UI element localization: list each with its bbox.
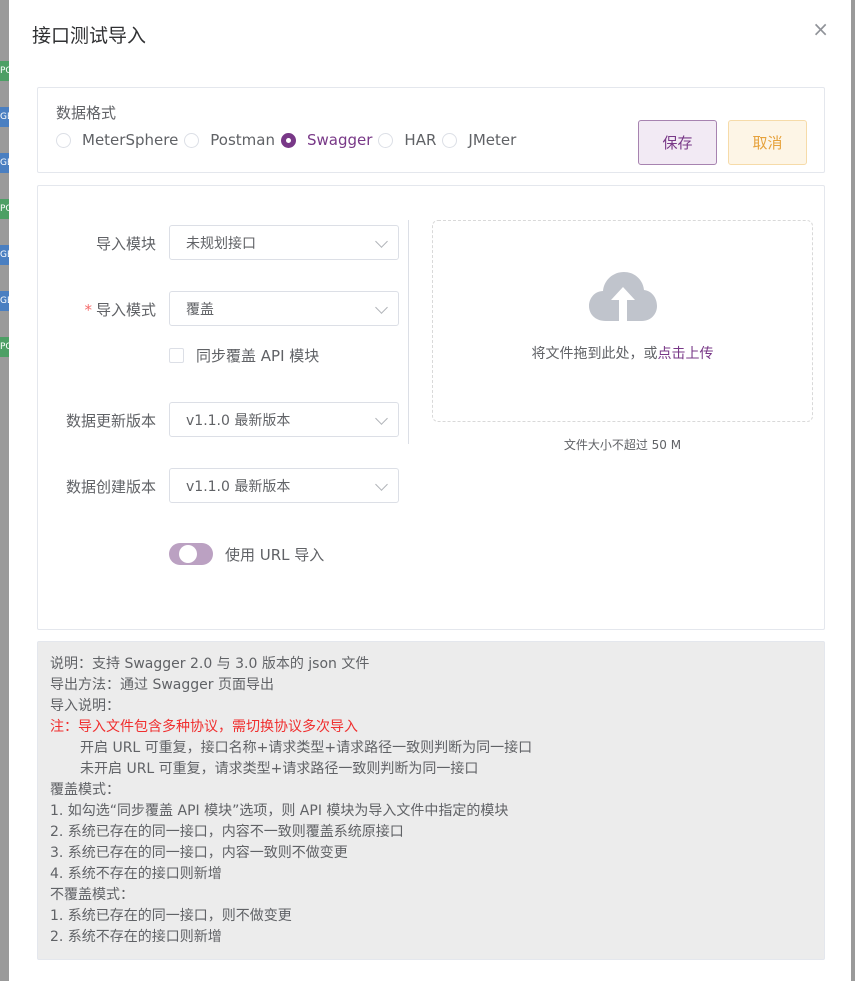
mode-select-value: 覆盖: [186, 301, 214, 318]
import-notes: 说明：支持 Swagger 2.0 与 3.0 版本的 json 文件 导出方法：…: [37, 641, 825, 960]
radio-label: HAR: [404, 131, 437, 149]
radio-label: Postman: [210, 131, 275, 149]
switch-knob: [179, 545, 197, 563]
note-line: 4. 系统不存在的接口则新增: [50, 866, 222, 882]
radio-swagger[interactable]: Swagger: [281, 131, 372, 149]
radio-har[interactable]: HAR: [378, 131, 436, 149]
sync-module-label: 同步覆盖 API 模块: [196, 347, 320, 365]
note-line: 未开启 URL 可重复，请求类型+请求路径一致则判断为同一接口: [80, 761, 479, 777]
radio-jmeter[interactable]: JMeter: [442, 131, 516, 149]
radio-label: JMeter: [468, 131, 517, 149]
update-version-value: v1.1.0 最新版本: [186, 412, 291, 429]
chevron-down-icon: [375, 235, 388, 248]
update-version-select[interactable]: v1.1.0 最新版本: [169, 402, 399, 437]
note-line: 3. 系统已存在的同一接口，内容一致则不做变更: [50, 845, 348, 861]
chevron-down-icon: [375, 301, 388, 314]
format-radio-group: MeterSphere Postman Swagger HAR JMeter: [56, 131, 516, 149]
import-dialog: 接口测试导入 × 数据格式 MeterSphere Postman Swagge…: [9, 0, 851, 981]
update-version-label: 数据更新版本: [65, 412, 156, 430]
upload-text-prefix: 将文件拖到此处，或: [531, 346, 658, 362]
note-line: 不覆盖模式：: [50, 887, 134, 903]
upload-instructions: 将文件拖到此处，或点击上传: [433, 343, 812, 363]
checkbox-icon[interactable]: [169, 348, 184, 363]
radio-checked-icon[interactable]: [281, 132, 296, 148]
note-line: 导入说明：: [50, 698, 120, 714]
chevron-down-icon: [375, 478, 388, 491]
format-label: 数据格式: [56, 104, 117, 122]
backdrop-right-panel: [851, 0, 855, 981]
radio-label: MeterSphere: [82, 131, 179, 149]
cancel-button[interactable]: 取消: [728, 120, 807, 165]
note-line: 说明：支持 Swagger 2.0 与 3.0 版本的 json 文件: [50, 656, 370, 672]
note-line: 开启 URL 可重复，接口名称+请求类型+请求路径一致则判断为同一接口: [80, 740, 533, 756]
radio-label: Swagger: [307, 131, 373, 149]
radio-metersphere[interactable]: MeterSphere: [56, 131, 178, 149]
backdrop-tag: GE: [0, 153, 9, 173]
import-form-card: 导入模块 未规划接口 * 导入模式 覆盖 同步覆盖 API 模块 数据更新版本 v…: [37, 185, 825, 630]
note-line: 注：导入文件包含多种协议，需切换协议多次导入: [50, 719, 358, 735]
backdrop-tag: PO: [0, 61, 9, 81]
note-line: 2. 系统已存在的同一接口，内容不一致则覆盖系统原接口: [50, 824, 404, 840]
radio-postman[interactable]: Postman: [184, 131, 275, 149]
close-icon[interactable]: ×: [812, 18, 829, 40]
cloud-upload-icon: [589, 272, 657, 321]
backdrop-tag: GE: [0, 107, 9, 127]
upload-size-tip: 文件大小不超过 50 M: [563, 438, 682, 452]
required-mark: *: [84, 301, 92, 319]
upload-dropzone[interactable]: 将文件拖到此处，或点击上传: [432, 220, 813, 422]
create-version-value: v1.1.0 最新版本: [186, 478, 291, 495]
radio-circle-icon[interactable]: [56, 132, 71, 148]
backdrop-tag: PO: [0, 199, 9, 219]
module-select[interactable]: 未规划接口: [169, 225, 399, 260]
radio-circle-icon[interactable]: [184, 132, 200, 148]
backdrop-tag: GE: [0, 291, 9, 311]
save-button[interactable]: 保存: [638, 120, 717, 165]
url-import-switch[interactable]: [169, 543, 213, 565]
chevron-down-icon: [375, 412, 388, 425]
backdrop-tag: GE: [0, 245, 9, 265]
sync-module-checkbox[interactable]: 同步覆盖 API 模块: [169, 345, 319, 366]
mode-label: * 导入模式: [38, 299, 156, 320]
module-label: 导入模块: [95, 235, 156, 253]
vertical-divider: [408, 220, 409, 444]
note-line: 导出方法：通过 Swagger 页面导出: [50, 677, 274, 693]
note-line: 1. 系统已存在的同一接口，则不做变更: [50, 908, 292, 924]
format-card: 数据格式 MeterSphere Postman Swagger HAR JMe…: [37, 87, 825, 173]
note-line: 2. 系统不存在的接口则新增: [50, 929, 222, 945]
note-line: 覆盖模式：: [50, 782, 120, 798]
module-select-value: 未规划接口: [186, 235, 256, 252]
click-upload-link[interactable]: 点击上传: [658, 346, 714, 362]
url-import-label: 使用 URL 导入: [225, 546, 325, 564]
create-version-label: 数据创建版本: [65, 478, 156, 496]
create-version-select[interactable]: v1.1.0 最新版本: [169, 468, 399, 503]
backdrop-tag: PO: [0, 337, 9, 357]
mode-select[interactable]: 覆盖: [169, 291, 399, 326]
mode-label-text: 导入模式: [95, 301, 156, 319]
note-line: 1. 如勾选“同步覆盖 API 模块”选项，则 API 模块为导入文件中指定的模…: [50, 803, 509, 819]
radio-circle-icon[interactable]: [378, 132, 394, 148]
dialog-title: 接口测试导入: [32, 25, 147, 47]
radio-circle-icon[interactable]: [442, 132, 458, 148]
